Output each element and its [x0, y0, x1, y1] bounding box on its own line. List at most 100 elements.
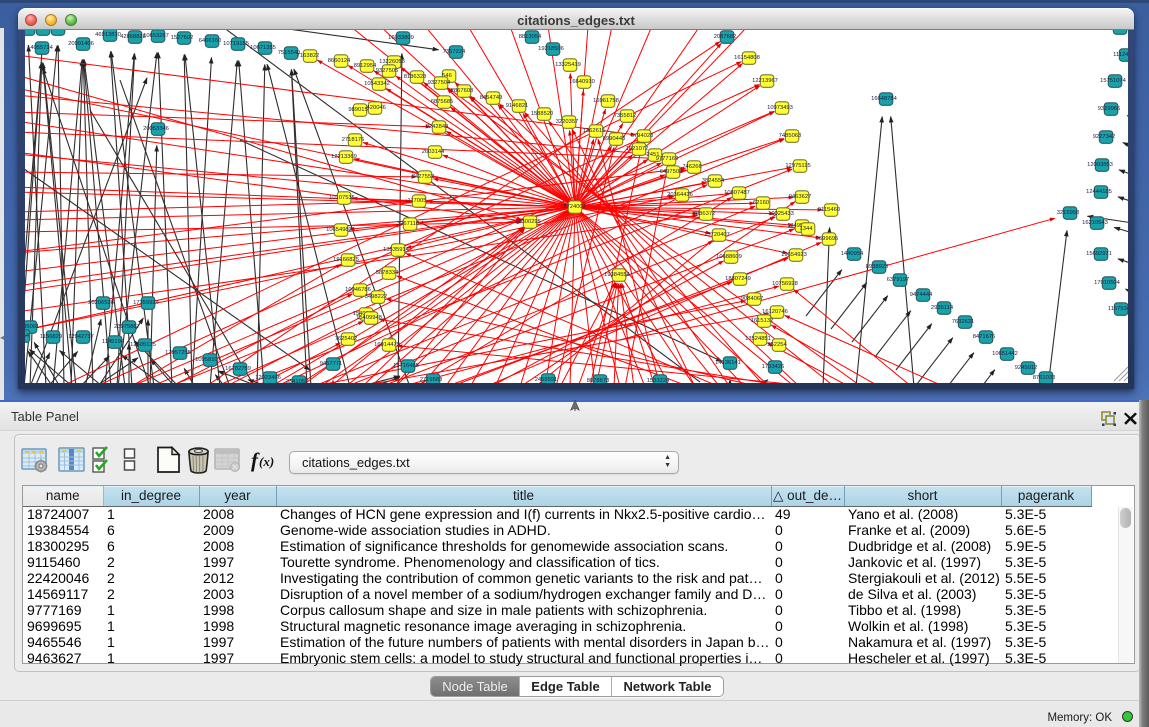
svg-text:16210643: 16210643: [1082, 220, 1108, 226]
svg-text:15720407: 15720407: [704, 232, 730, 238]
svg-text:1533224: 1533224: [647, 378, 670, 383]
svg-text:117005: 117005: [408, 198, 427, 204]
svg-text:20991406: 20991406: [68, 41, 94, 47]
svg-text:8660124: 8660124: [328, 58, 351, 64]
svg-text:7357224: 7357224: [443, 49, 466, 55]
svg-text:16914479: 16914479: [374, 342, 400, 348]
svg-text:14136141: 14136141: [715, 360, 741, 366]
svg-text:9463627: 9463627: [789, 194, 812, 200]
svg-text:9146821: 9146821: [506, 103, 529, 109]
svg-text:2087682: 2087682: [714, 34, 737, 40]
svg-text:7485063: 7485063: [779, 133, 802, 139]
svg-text:17359924: 17359924: [133, 300, 160, 306]
svg-text:20364436: 20364436: [667, 192, 693, 198]
svg-text:12093853: 12093853: [1087, 162, 1113, 168]
svg-text:18300295: 18300295: [515, 219, 541, 225]
svg-text:3215958: 3215958: [1057, 210, 1080, 216]
svg-text:1440954: 1440954: [841, 251, 864, 257]
svg-text:1362615: 1362615: [583, 128, 606, 134]
svg-text:7625402: 7625402: [335, 336, 358, 342]
svg-text:9329966: 9329966: [1098, 106, 1121, 112]
svg-text:16033809: 16033809: [388, 35, 414, 41]
svg-text:10074277: 10074277: [1105, 30, 1128, 31]
svg-text:2603144: 2603144: [422, 149, 445, 155]
svg-text:13325419: 13325419: [555, 62, 581, 68]
svg-text:8471676: 8471676: [973, 334, 996, 340]
svg-text:46913810: 46913810: [95, 32, 121, 38]
svg-text:19654923: 19654923: [781, 252, 807, 258]
svg-text:9699695: 9699695: [816, 236, 839, 242]
svg-text:42868828: 42868828: [120, 34, 146, 40]
svg-text:6379197: 6379197: [887, 277, 910, 283]
svg-text:252254: 252254: [767, 342, 787, 348]
svg-text:1588520: 1588520: [531, 111, 554, 117]
svg-text:8912954: 8912954: [354, 63, 377, 69]
svg-text:10756928: 10756928: [772, 281, 798, 287]
svg-text:1112437: 1112437: [1113, 52, 1128, 58]
svg-text:13535914: 13535914: [383, 247, 410, 253]
svg-text:9115460: 9115460: [818, 207, 840, 213]
svg-text:15692971: 15692971: [1086, 251, 1112, 257]
svg-text:3498222: 3498222: [365, 294, 388, 300]
svg-text:10671355: 10671355: [250, 45, 276, 51]
svg-text:8078673: 8078673: [587, 378, 610, 383]
svg-text:6875685: 6875685: [431, 99, 454, 105]
svg-text:9474444: 9474444: [910, 292, 933, 298]
svg-text:8761033: 8761033: [1033, 375, 1056, 381]
svg-text:12942737: 12942737: [68, 334, 94, 340]
svg-text:9084067: 9084067: [741, 296, 764, 302]
svg-text:9227342: 9227342: [1093, 134, 1116, 140]
svg-text:7886372: 7886372: [693, 211, 716, 217]
svg-text:9457771: 9457771: [320, 361, 343, 367]
svg-text:20053346: 20053346: [143, 126, 169, 132]
svg-text:1167534: 1167534: [1108, 306, 1128, 312]
svg-text:15751074: 15751074: [1100, 78, 1127, 84]
svg-text:18807249: 18807249: [725, 276, 751, 282]
svg-text:2935114: 2935114: [931, 305, 954, 311]
svg-text:1733426: 1733426: [762, 364, 785, 370]
svg-text:8813054: 8813054: [519, 34, 542, 40]
svg-text:17010504: 17010504: [1094, 280, 1121, 286]
svg-text:1344: 1344: [800, 226, 814, 232]
svg-text:9242848: 9242848: [426, 124, 449, 130]
svg-text:12444185: 12444185: [1086, 189, 1112, 195]
svg-text:10651442: 10651442: [992, 351, 1018, 357]
svg-text:1156829: 1156829: [40, 334, 62, 340]
svg-text:1145194: 1145194: [102, 339, 125, 345]
svg-text:6466160: 6466160: [199, 38, 222, 44]
svg-text:3824554: 3824554: [702, 178, 725, 184]
svg-text:1615132: 1615132: [751, 318, 774, 324]
svg-text:10653267: 10653267: [143, 33, 169, 39]
svg-text:10958107: 10958107: [195, 357, 221, 363]
svg-text:746266: 746266: [682, 164, 701, 170]
svg-text:14055714: 14055714: [27, 45, 54, 51]
svg-text:5878334: 5878334: [376, 270, 399, 276]
svg-text:62160: 62160: [753, 200, 769, 206]
svg-text:7632621: 7632621: [952, 319, 975, 325]
svg-text:9245012: 9245012: [1015, 365, 1038, 371]
svg-text:2458591: 2458591: [535, 377, 558, 383]
svg-text:1621072: 1621072: [626, 146, 649, 152]
svg-text:15716485: 15716485: [393, 363, 419, 369]
svg-text:7355812: 7355812: [614, 113, 637, 119]
svg-text:10543342: 10543342: [364, 81, 390, 87]
svg-text:2718176: 2718176: [342, 137, 365, 143]
svg-text:19218506: 19218506: [538, 46, 564, 52]
svg-text:3220357: 3220357: [556, 119, 579, 125]
svg-text:12505135: 12505135: [130, 342, 156, 348]
svg-text:(x): (x): [259, 454, 274, 469]
svg-text:17957255: 17957255: [165, 350, 191, 356]
svg-text:9327505: 9327505: [376, 68, 399, 74]
svg-text:18724007: 18724007: [560, 204, 586, 210]
svg-text:15409948: 15409948: [356, 315, 382, 321]
svg-text:3267110: 3267110: [397, 221, 419, 227]
svg-text:2719583: 2719583: [420, 377, 443, 383]
svg-text:3341057: 3341057: [286, 379, 309, 383]
svg-text:10654983: 10654983: [326, 227, 352, 233]
svg-text:10107535: 10107535: [329, 195, 355, 201]
svg-text:10688609: 10688609: [716, 254, 742, 260]
svg-text:9327504: 9327504: [428, 80, 451, 86]
svg-text:19166825: 19166825: [333, 257, 359, 263]
svg-text:10025433: 10025433: [768, 211, 794, 217]
svg-text:13356886: 13356886: [43, 30, 69, 32]
